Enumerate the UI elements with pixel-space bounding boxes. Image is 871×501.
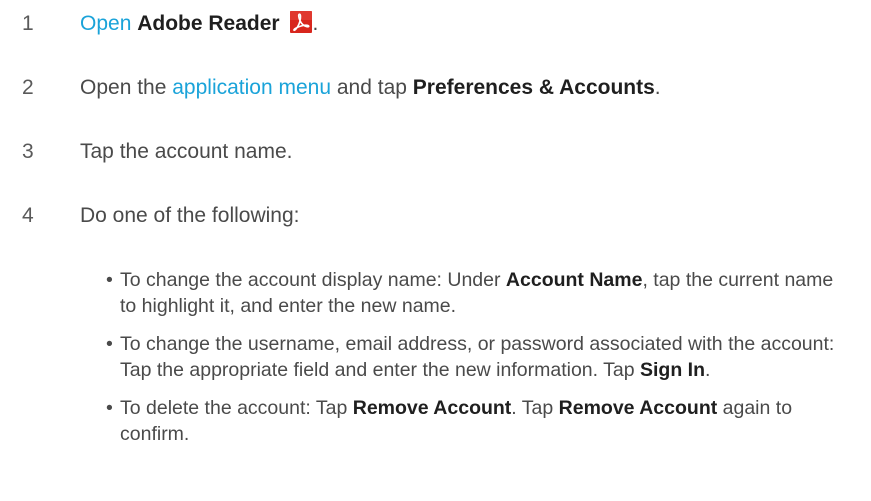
bullet-icon: • <box>106 269 113 291</box>
step-text: Do one of the following: <box>80 204 300 227</box>
step-text: Open Adobe Reader . <box>80 11 319 35</box>
step-2: 2 Open the application menu and tap Pref… <box>0 73 871 103</box>
step-text: Tap the account name. <box>80 140 293 163</box>
list-item: • To change the username, email address,… <box>106 333 835 381</box>
step-number: 4 <box>22 204 34 227</box>
app-name: Adobe Reader <box>137 12 280 35</box>
remove-account-label: Remove Account <box>558 397 718 419</box>
step-4: 4 Do one of the following: <box>0 201 871 231</box>
account-name-label: Account Name <box>505 269 643 291</box>
step-text: Open the application menu and tap Prefer… <box>80 76 661 99</box>
preferences-accounts-label: Preferences & Accounts <box>412 76 655 99</box>
open-link[interactable]: Open <box>80 12 131 35</box>
list-item: • To change the account display name: Un… <box>106 269 834 317</box>
sign-in-label: Sign In <box>639 359 705 381</box>
bullet-icon: • <box>106 397 113 419</box>
step-number: 2 <box>22 76 34 99</box>
step-3: 3 Tap the account name. <box>0 137 871 167</box>
options-list: • To change the account display name: Un… <box>106 267 846 459</box>
step-1: 1 Open Adobe Reader . <box>0 9 871 39</box>
application-menu-link[interactable]: application menu <box>172 76 331 99</box>
step-number: 3 <box>22 140 34 163</box>
bullet-icon: • <box>106 333 113 355</box>
adobe-reader-icon <box>290 11 313 33</box>
step-number: 1 <box>22 12 34 35</box>
remove-account-label: Remove Account <box>352 397 512 419</box>
list-item: • To delete the account: Tap Remove Acco… <box>106 397 793 445</box>
